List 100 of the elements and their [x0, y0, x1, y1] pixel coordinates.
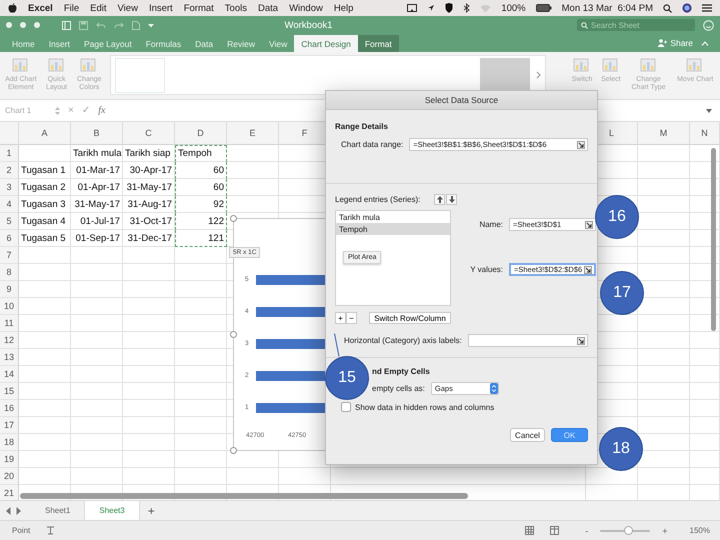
axis-labels-field[interactable] [468, 334, 588, 347]
page-layout-icon[interactable] [550, 526, 560, 535]
app-menu[interactable]: Excel [28, 2, 53, 14]
column-header[interactable]: M [638, 122, 690, 145]
row-header[interactable]: 5 [0, 213, 19, 230]
cast-icon[interactable] [407, 4, 418, 12]
row-header[interactable]: 1 [0, 145, 19, 162]
customize-caret-icon[interactable] [148, 22, 154, 28]
menu-item[interactable]: File [64, 2, 80, 14]
shield-icon[interactable] [445, 3, 454, 13]
undo-icon[interactable] [96, 20, 106, 30]
row-header[interactable]: 8 [0, 264, 19, 281]
row-header[interactable]: 21 [0, 485, 19, 500]
zoom-out-button[interactable]: - [581, 526, 592, 536]
switch-row-column-button[interactable]: Switch Row/Column [369, 312, 451, 324]
chart-style-thumbnail[interactable] [480, 58, 530, 92]
table-cell [690, 451, 720, 468]
stepper-icon[interactable] [55, 106, 60, 116]
insert-function-button[interactable]: fx [98, 105, 106, 116]
remove-series-button[interactable]: − [346, 312, 357, 324]
range-picker-icon[interactable] [585, 220, 594, 228]
range-picker-icon[interactable] [577, 140, 585, 148]
column-header[interactable]: N [690, 122, 720, 145]
checkbox[interactable] [341, 402, 351, 412]
macro-record-icon[interactable] [46, 526, 56, 535]
resize-handle[interactable] [230, 215, 237, 222]
row-header[interactable]: 6 [0, 230, 19, 247]
range-picker-icon[interactable] [577, 336, 585, 344]
table-cell [638, 179, 690, 196]
row-header[interactable]: 9 [0, 281, 19, 298]
row-header[interactable]: 2 [0, 162, 19, 179]
document-icon[interactable] [132, 20, 140, 30]
column-header[interactable]: A [19, 122, 71, 145]
column-header[interactable]: D [175, 122, 227, 145]
next-sheet-icon[interactable] [16, 506, 21, 514]
menu-item[interactable]: View [118, 2, 138, 14]
resize-handle[interactable] [230, 447, 237, 454]
menu-item[interactable]: Format [184, 2, 214, 14]
row-header[interactable]: 13 [0, 349, 19, 366]
move-down-button[interactable] [446, 194, 458, 205]
expand-caret-icon[interactable] [706, 108, 712, 112]
chart-style-gallery[interactable] [110, 55, 546, 95]
cancel-button[interactable]: Cancel [510, 428, 545, 442]
bluetooth-icon[interactable] [463, 3, 470, 13]
row-header[interactable]: 17 [0, 417, 19, 434]
location-icon[interactable] [427, 4, 436, 12]
menu-item[interactable]: Edit [90, 2, 107, 14]
move-up-button[interactable] [434, 194, 446, 205]
table-cell: 01-Apr-17 [71, 179, 123, 196]
column-header[interactable]: E [227, 122, 279, 145]
siri-icon[interactable] [682, 3, 692, 13]
row-header[interactable]: 7 [0, 247, 19, 264]
search-icon[interactable] [663, 4, 672, 12]
table-cell [123, 366, 175, 383]
vertical-scrollbar[interactable] [711, 148, 716, 331]
row-header[interactable]: 4 [0, 196, 19, 213]
chart-style-thumbnail[interactable] [115, 58, 166, 92]
zoom-slider-thumb[interactable] [624, 526, 633, 534]
menu-clock[interactable]: Mon 13 Mar 6:04 PM [562, 2, 653, 14]
add-series-button[interactable]: + [335, 312, 346, 324]
resize-handle[interactable] [230, 331, 237, 338]
row-header[interactable]: 19 [0, 451, 19, 468]
zoom-window-dot[interactable] [34, 22, 40, 28]
horizontal-scrollbar[interactable] [20, 493, 468, 499]
minimize-window-dot[interactable] [20, 22, 26, 28]
menu-item[interactable]: Window [289, 2, 323, 14]
ribbon-tab[interactable]: Chart Design [294, 35, 358, 52]
sheet-tab[interactable]: Sheet3 [85, 501, 140, 520]
list-icon[interactable] [702, 4, 712, 12]
collapse-ribbon-icon[interactable] [701, 40, 709, 46]
add-sheet-button[interactable]: + [140, 501, 163, 520]
menu-item[interactable]: Help [334, 2, 354, 14]
row-header[interactable]: 20 [0, 468, 19, 485]
zoom-in-button[interactable]: + [658, 526, 672, 536]
menu-item[interactable]: Data [258, 2, 278, 14]
save-icon[interactable] [79, 20, 88, 30]
smiley-icon[interactable] [703, 20, 714, 30]
row-header[interactable]: 3 [0, 179, 19, 196]
series-item[interactable]: Tempoh [336, 223, 450, 235]
range-picker-icon[interactable] [584, 266, 592, 274]
row-header[interactable]: 12 [0, 332, 19, 349]
menu-item[interactable]: Tools [224, 2, 247, 14]
battery-icon[interactable] [536, 4, 552, 12]
close-window-dot[interactable] [6, 22, 12, 28]
apple-icon[interactable] [8, 3, 17, 13]
row-header[interactable]: 11 [0, 315, 19, 332]
row-header[interactable]: 14 [0, 366, 19, 383]
previous-sheet-icon[interactable] [6, 506, 11, 514]
menu-item[interactable]: Insert [148, 2, 173, 14]
row-header[interactable]: 18 [0, 434, 19, 451]
ribbon-tab[interactable]: Format [358, 35, 399, 52]
column-header[interactable]: C [123, 122, 175, 145]
redo-icon[interactable] [114, 20, 124, 30]
row-header[interactable]: 10 [0, 298, 19, 315]
sidebar-icon[interactable] [62, 20, 71, 30]
row-header[interactable]: 15 [0, 383, 19, 400]
row-header[interactable]: 16 [0, 400, 19, 417]
normal-view-icon[interactable] [525, 526, 534, 535]
table-cell [123, 247, 175, 264]
column-header[interactable]: B [71, 122, 123, 145]
